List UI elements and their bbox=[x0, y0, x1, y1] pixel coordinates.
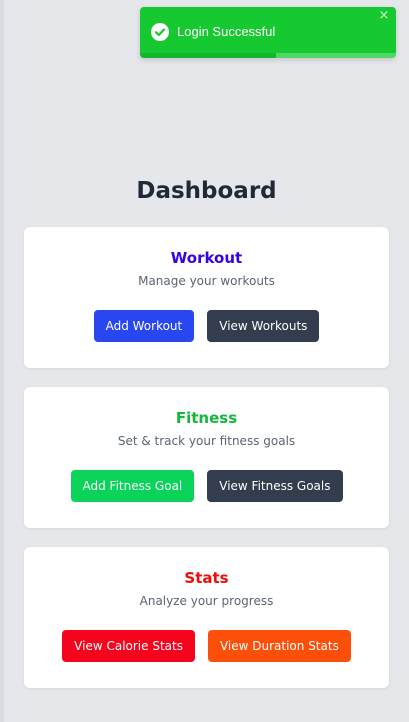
fitness-card-title: Fitness bbox=[175, 409, 238, 427]
close-icon[interactable]: × bbox=[378, 9, 390, 22]
page-title: Dashboard bbox=[136, 178, 277, 204]
add-fitness-goal-button[interactable]: Add Fitness Goal bbox=[70, 470, 195, 502]
toast-progress-bar bbox=[140, 53, 276, 58]
stats-card: Stats Analyze your progress View Calorie… bbox=[24, 547, 389, 688]
stats-card-title: Stats bbox=[184, 569, 229, 587]
view-calorie-stats-button[interactable]: View Calorie Stats bbox=[62, 630, 195, 662]
login-toast: Login Successful × bbox=[140, 7, 396, 58]
toast-progress-track bbox=[140, 53, 396, 58]
view-workouts-button[interactable]: View Workouts bbox=[207, 310, 320, 342]
workout-card-subtitle: Manage your workouts bbox=[138, 274, 275, 288]
workout-card-title: Workout bbox=[170, 249, 243, 267]
stats-button-row: View Calorie Stats View Duration Stats bbox=[24, 630, 389, 662]
fitness-card: Fitness Set & track your fitness goals A… bbox=[24, 387, 389, 528]
workout-card: Workout Manage your workouts Add Workout… bbox=[24, 227, 389, 368]
fitness-button-row: Add Fitness Goal View Fitness Goals bbox=[24, 470, 389, 502]
view-duration-stats-button[interactable]: View Duration Stats bbox=[207, 630, 351, 662]
stats-card-subtitle: Analyze your progress bbox=[139, 594, 274, 608]
window-left-edge bbox=[0, 0, 4, 722]
check-circle-icon bbox=[151, 23, 169, 41]
workout-button-row: Add Workout View Workouts bbox=[24, 310, 389, 342]
fitness-card-subtitle: Set & track your fitness goals bbox=[117, 434, 296, 448]
view-fitness-goals-button[interactable]: View Fitness Goals bbox=[207, 470, 343, 502]
add-workout-button[interactable]: Add Workout bbox=[93, 310, 195, 342]
toast-message: Login Successful bbox=[177, 24, 276, 39]
